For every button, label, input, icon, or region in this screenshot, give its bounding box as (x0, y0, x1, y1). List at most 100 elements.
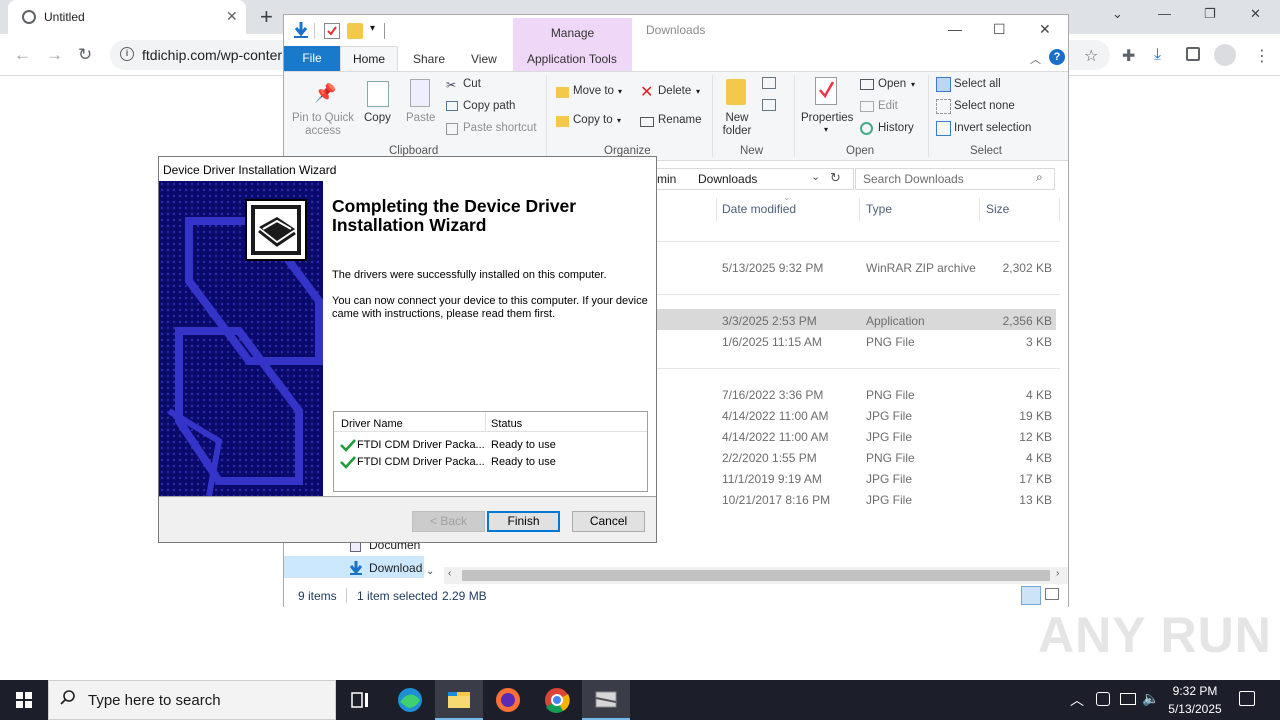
qat-divider-2 (384, 23, 385, 39)
nav-scroll-down-icon[interactable]: ⌄ (426, 566, 434, 577)
column-type[interactable]: Type (866, 202, 892, 216)
back-button[interactable]: < Back (412, 511, 485, 532)
copy-to-dropdown-icon[interactable]: ▾ (617, 116, 621, 125)
status-divider (346, 588, 347, 603)
column-date-modified[interactable]: Date modified (722, 202, 796, 216)
wizard-heading: Completing the Device Driver Installatio… (332, 196, 577, 235)
properties-dropdown-icon[interactable]: ▾ (824, 125, 828, 134)
move-to-dropdown-icon[interactable]: ▾ (618, 87, 622, 96)
wizard-title: Device Driver Installation Wizard (163, 163, 337, 177)
large-icons-view-icon[interactable] (1045, 588, 1059, 600)
new-folder-qat-icon[interactable] (347, 23, 363, 39)
finish-button[interactable]: Finish (487, 511, 560, 532)
scroll-right-icon[interactable]: › (1056, 568, 1059, 579)
column-size[interactable]: Size (986, 202, 1009, 216)
ribbon-tab-view[interactable]: View (471, 52, 497, 66)
new-tab-button[interactable]: + (260, 4, 273, 30)
edit-button[interactable]: Edit (878, 100, 898, 112)
copy-button[interactable]: Copy (364, 112, 391, 124)
meet-now-icon[interactable] (1096, 692, 1110, 706)
close-browser-icon[interactable]: ✕ (1250, 6, 1261, 22)
details-view-icon[interactable] (1021, 586, 1041, 605)
properties-button[interactable]: Properties (801, 112, 853, 124)
driver-installer-taskbar-app[interactable] (582, 680, 630, 720)
start-button[interactable] (0, 680, 48, 720)
paste-button[interactable]: Paste (406, 112, 435, 124)
file-explorer-taskbar-app[interactable] (435, 680, 483, 720)
new-folder-button[interactable]: New folder (719, 112, 755, 138)
customize-qat-icon[interactable]: ▾ (370, 23, 375, 34)
ribbon-divider (928, 75, 929, 157)
forward-arrow-icon[interactable]: → (46, 45, 63, 65)
select-all-icon (936, 77, 951, 92)
explorer-close-icon[interactable]: ✕ (1039, 21, 1051, 38)
driver-wizard-dialog: Device Driver Installation Wizard Comple… (158, 156, 657, 543)
edge-taskbar-app[interactable] (386, 680, 434, 720)
scrollbar-thumb[interactable] (462, 570, 1050, 581)
delete-button[interactable]: Delete (658, 85, 691, 97)
breadcrumb-current[interactable]: Downloads (698, 172, 757, 186)
open-dropdown-icon[interactable]: ▾ (911, 80, 915, 89)
tab-search-icon[interactable]: ⌄ (1112, 6, 1123, 22)
ribbon-tab-share[interactable]: Share (413, 52, 445, 66)
nav-item-downloads[interactable]: Download (369, 561, 422, 575)
cut-button[interactable]: Cut (463, 78, 481, 90)
restore-icon[interactable]: ❐ (1204, 6, 1216, 22)
ribbon-divider (546, 75, 547, 157)
site-info-icon[interactable]: i (120, 47, 134, 61)
history-icon (860, 122, 873, 135)
minimize-icon[interactable]: — (1158, 6, 1171, 21)
browser-tab[interactable]: Untitled ✕ (8, 0, 246, 34)
chrome-icon (545, 688, 570, 713)
open-button[interactable]: Open (878, 78, 906, 90)
close-tab-icon[interactable]: ✕ (226, 8, 238, 25)
clock-time[interactable]: 9:32 PM (1164, 684, 1226, 698)
history-button[interactable]: History (878, 122, 914, 134)
quick-access-download-icon[interactable] (292, 21, 310, 39)
copy-to-button[interactable]: Copy to (573, 114, 613, 126)
cancel-button[interactable]: Cancel (572, 511, 645, 532)
explorer-maximize-icon[interactable]: ☐ (993, 21, 1006, 38)
properties-checkmark-icon[interactable] (324, 23, 340, 39)
notifications-icon[interactable] (1239, 691, 1255, 706)
reload-icon[interactable]: ↻ (78, 45, 92, 65)
edge-icon (398, 688, 422, 712)
tray-expand-icon[interactable]: ︿ (1070, 690, 1084, 710)
back-arrow-icon[interactable]: ← (14, 45, 31, 65)
bookmark-star-icon[interactable]: ☆ (1084, 46, 1098, 66)
chrome-taskbar-app[interactable] (533, 680, 581, 720)
qat-divider (314, 23, 315, 39)
select-none-button[interactable]: Select none (954, 100, 1015, 112)
profile-avatar[interactable] (1214, 44, 1236, 66)
ribbon-tab-application-tools[interactable]: Application Tools (527, 52, 617, 66)
collapse-ribbon-icon[interactable]: ︿ (1030, 51, 1041, 67)
address-dropdown-icon[interactable]: ⌄ (811, 170, 820, 183)
delete-dropdown-icon[interactable]: ▾ (696, 87, 700, 96)
downloads-icon[interactable]: ⤓ (1154, 46, 1161, 64)
copy-path-button[interactable]: Copy path (463, 100, 515, 112)
extensions-puzzle-icon[interactable]: ✚ (1122, 46, 1135, 66)
network-icon[interactable] (1120, 693, 1136, 705)
invert-selection-button[interactable]: Invert selection (954, 122, 1031, 134)
clock-date[interactable]: 5/13/2025 (1164, 702, 1226, 716)
select-all-button[interactable]: Select all (954, 78, 1001, 90)
refresh-icon[interactable]: ↻ (830, 170, 841, 186)
ribbon-tab-home[interactable]: Home (340, 46, 398, 72)
task-view-button[interactable] (336, 680, 384, 720)
help-icon[interactable]: ? (1049, 49, 1065, 65)
easy-access-icon[interactable] (762, 99, 776, 111)
move-to-button[interactable]: Move to (573, 85, 614, 97)
explorer-minimize-icon[interactable]: — (948, 21, 962, 37)
volume-icon[interactable]: 🔈 (1142, 690, 1159, 707)
new-item-icon[interactable] (762, 77, 776, 89)
side-panel-icon[interactable] (1186, 47, 1200, 61)
menu-kebab-icon[interactable]: ⋮ (1254, 46, 1270, 66)
firefox-taskbar-app[interactable] (484, 680, 532, 720)
paste-shortcut-button[interactable]: Paste shortcut (463, 122, 537, 134)
pin-quick-access-button[interactable]: Pin to Quick access (290, 112, 356, 138)
breadcrumb-parent[interactable]: min (657, 172, 676, 186)
ribbon-tab-file[interactable]: File (284, 46, 340, 71)
scroll-left-icon[interactable]: ‹ (448, 568, 451, 579)
rename-button[interactable]: Rename (658, 114, 701, 126)
row-type: WinRAR ZIP archive (866, 261, 976, 275)
